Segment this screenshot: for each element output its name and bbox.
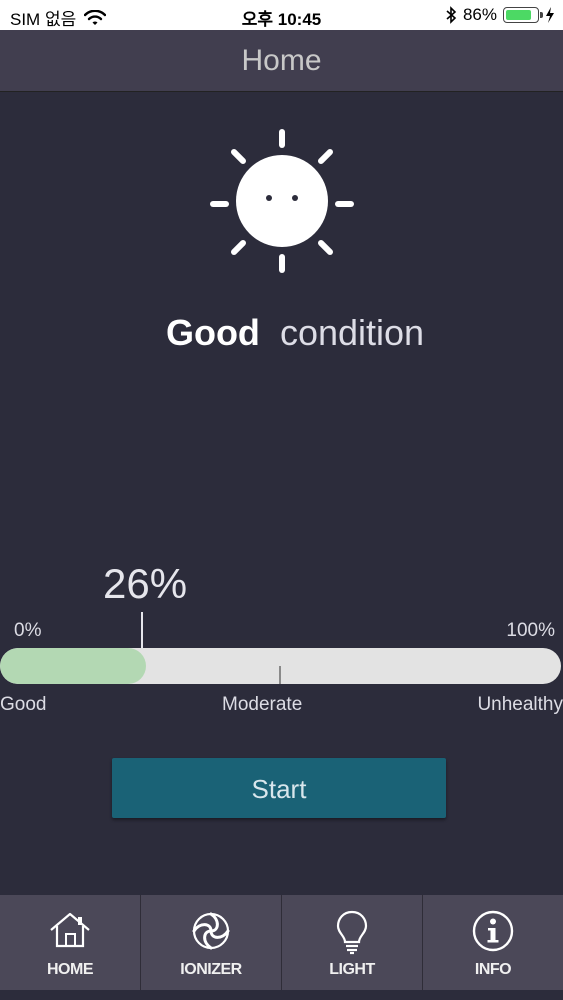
tab-ionizer-label: IONIZER [180,961,242,978]
condition-status: Good [165,312,260,353]
info-icon [472,910,514,952]
gauge-marker [141,612,143,648]
start-button-label: Start [251,774,307,804]
tab-home[interactable]: HOME [0,895,141,1000]
bluetooth-icon [446,6,457,24]
gauge-label-unhealthy: Unhealthy [477,694,563,715]
page-title: Home [241,44,322,77]
status-right: 86% [445,5,555,25]
tab-light-label: LIGHT [329,961,375,978]
tab-ionizer[interactable]: IONIZER [141,895,282,1000]
tab-info[interactable]: INFO [423,895,563,1000]
status-bar: SIM 없음 오후 10:45 86% [0,0,563,30]
lightbulb-icon [336,910,368,955]
gauge-mid-tick [279,666,281,684]
ionizer-swirl-icon [192,912,230,950]
bottom-strip [0,990,563,1000]
home-icon [50,912,90,948]
battery-percent: 86% [462,5,497,24]
gauge-label-good: Good [0,694,47,715]
sun-face-icon [210,129,354,273]
bottom-nav: HOME IONIZER LIGHT INFO [0,895,563,1000]
charging-icon [546,7,554,23]
gauge-max-label: 100% [506,620,555,641]
tab-home-label: HOME [47,961,94,978]
start-button[interactable]: Start [112,758,446,818]
header-bar: Home [0,30,563,92]
condition-suffix: condition [279,312,425,353]
tab-info-label: INFO [474,961,512,978]
condition-text: Good condition [0,312,563,354]
gauge-label-moderate: Moderate [222,694,303,715]
gauge-percent: 26% [103,560,188,607]
gauge-fill [0,648,146,684]
gauge-min-label: 0% [14,620,42,641]
tab-light[interactable]: LIGHT [282,895,423,1000]
battery-level [506,10,531,20]
battery-icon [503,7,543,23]
